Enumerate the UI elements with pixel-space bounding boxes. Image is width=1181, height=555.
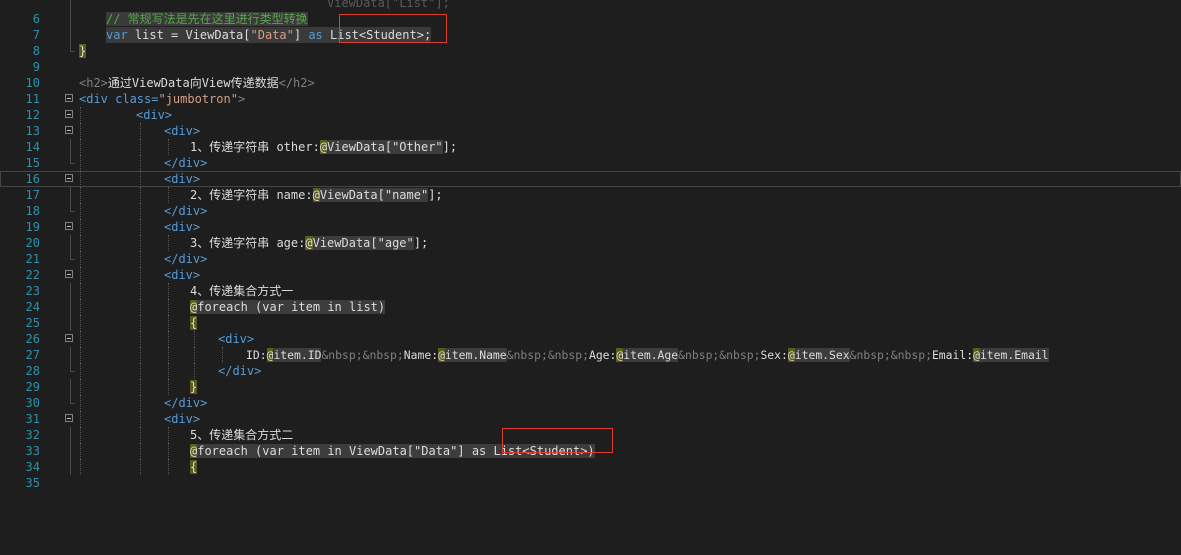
code-line: 12 <div class="jumbotron"> — [0, 91, 1181, 122]
code-line: 27 <div> — [0, 331, 1181, 362]
fold-toggle[interactable] — [65, 334, 73, 342]
line-number: 35 — [25, 476, 40, 490]
code-line: 14 <div> — [0, 123, 1181, 154]
code-line: 8 var list = ViewData["Data"] as List<St… — [0, 27, 1181, 58]
code-line: 31 </div> — [0, 395, 1181, 426]
code-line: 10 — [0, 59, 1181, 90]
code-line: 17 <div> — [0, 171, 1181, 202]
code-line: 15 1、传递字符串 other:@ViewData["Other"]; — [0, 139, 1181, 170]
highlight-box-generic-type-2 — [502, 428, 613, 453]
code-editor[interactable]: 6 ViewData["List"]; 7 // 常规写法是先在这里进行类型转换… — [0, 0, 1181, 490]
code-line: 16 </div> — [0, 155, 1181, 186]
code-line: 24 4、传递集合方式一 — [0, 283, 1181, 314]
code-line: 6 ViewData["List"]; — [0, 0, 1181, 26]
code-line: 32 <div> — [0, 411, 1181, 442]
fold-toggle[interactable] — [65, 126, 73, 134]
code-line: 11 <h2>通过ViewData向View传递数据</h2> — [0, 75, 1181, 106]
highlight-box-generic-type — [339, 14, 447, 43]
code-line: 22 </div> — [0, 251, 1181, 282]
code-line: 7 // 常规写法是先在这里进行类型转换 — [0, 11, 1181, 42]
code-line: 13 <div> — [0, 107, 1181, 138]
fold-toggle[interactable] — [65, 270, 73, 278]
code-line: 35 { — [0, 459, 1181, 490]
fold-toggle[interactable] — [65, 110, 73, 118]
code-line: 19 </div> — [0, 203, 1181, 234]
code-line: 21 3、传递字符串 age:@ViewData["age"]; — [0, 235, 1181, 266]
code-line: 26 { — [0, 315, 1181, 346]
code-line: 18 2、传递字符串 name:@ViewData["name"]; — [0, 187, 1181, 218]
fold-toggle[interactable] — [65, 94, 73, 102]
code-line: 29 </div> — [0, 363, 1181, 394]
code-comment: // 常规写法是先在这里进行类型转换 — [106, 12, 308, 26]
code-line: 9 } — [0, 43, 1181, 74]
code-line: 28 ID:@item.ID&nbsp;&nbsp;Name:@item.Nam… — [0, 347, 1181, 378]
code-line: 25 @foreach (var item in list) — [0, 299, 1181, 330]
fold-toggle[interactable] — [65, 174, 73, 182]
code-line: 30 } — [0, 379, 1181, 410]
fold-toggle[interactable] — [65, 414, 73, 422]
code-line: 20 <div> — [0, 219, 1181, 250]
code-line: 23 <div> — [0, 267, 1181, 298]
fold-toggle[interactable] — [65, 222, 73, 230]
